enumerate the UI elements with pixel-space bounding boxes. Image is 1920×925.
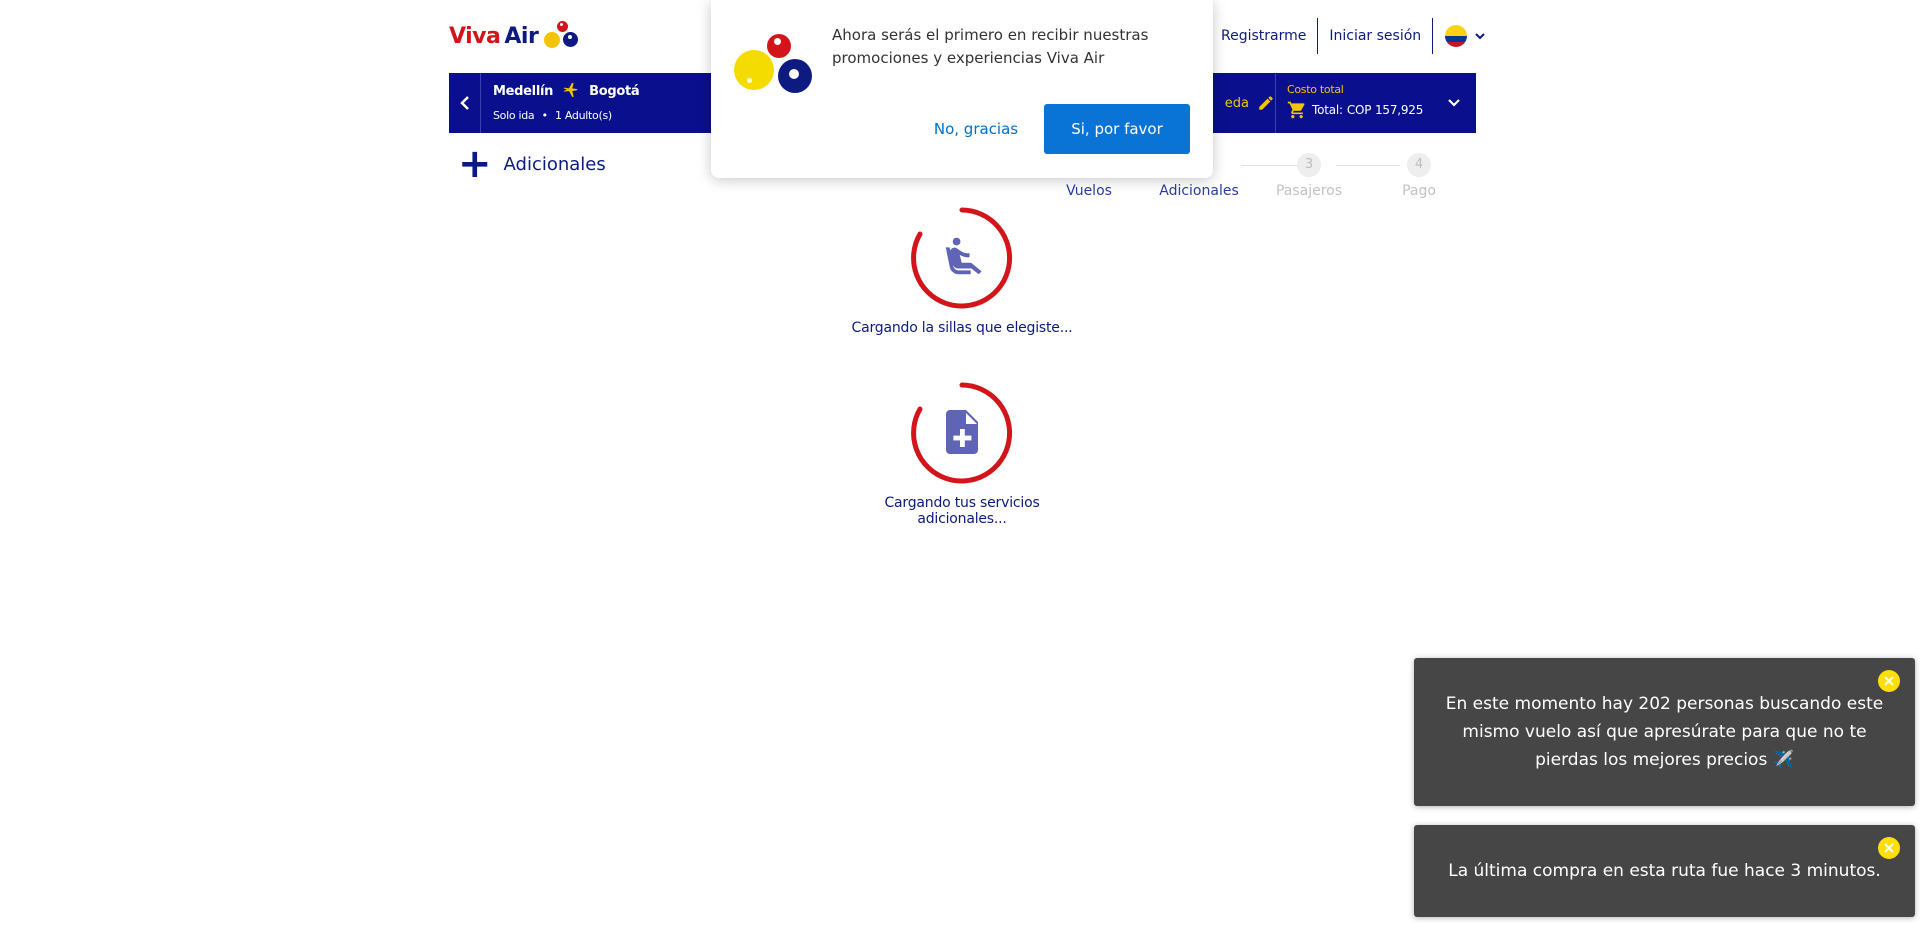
passenger-count: 1 Adulto(s) [554, 109, 612, 122]
services-loading-text: Cargando tus servicios adicionales... [884, 495, 1040, 527]
back-button[interactable] [449, 73, 481, 133]
destination-city: Bogotá [589, 83, 640, 99]
viva-air-logo[interactable]: Viva Air [449, 18, 584, 54]
plus-icon: + [458, 141, 492, 187]
toast-message: La última compra en esta ruta fue hace 3… [1448, 861, 1881, 881]
divider [1432, 18, 1434, 54]
login-link[interactable]: Iniciar sesión [1318, 28, 1432, 44]
route: Medellín Bogotá [493, 83, 640, 99]
notification-permission-popup: Ahora serás el primero en recibir nuestr… [711, 0, 1213, 178]
step-pasajeros: 3 Pasajeros [1254, 153, 1364, 199]
services-loader: Cargando tus servicios adicionales... [842, 381, 1082, 527]
toast-notification: La última compra en esta ruta fue hace 3… [1414, 825, 1915, 917]
airplane-icon [563, 83, 578, 97]
toast-notification: En este momento hay 202 personas buscand… [1414, 658, 1915, 806]
logo-text-air: Air [504, 23, 539, 49]
top-navigation: Registrarme Iniciar sesión [1210, 18, 1487, 54]
toast-message: En este momento hay 202 personas buscand… [1445, 694, 1884, 770]
step-number: 4 [1407, 153, 1431, 177]
total-cost: Costo total Total: COP 157,925 [1287, 83, 1423, 120]
loading-spinner [910, 381, 1014, 485]
cost-label: Costo total [1287, 83, 1344, 96]
section-header: + Adicionales [458, 141, 606, 187]
bullet-separator: • [541, 109, 549, 122]
trip-type: Solo ida [493, 109, 535, 122]
chevron-left-icon [459, 96, 469, 110]
shopping-cart-icon [1287, 101, 1305, 119]
section-title: Adicionales [503, 153, 606, 175]
pencil-icon [1259, 96, 1273, 110]
add-document-icon [946, 410, 978, 454]
close-icon[interactable] [1878, 670, 1900, 692]
total-label: Total: [1312, 103, 1343, 117]
logo-dots-icon [544, 19, 584, 53]
popup-message: Ahora serás el primero en recibir nuestr… [832, 26, 1149, 67]
divider [1275, 73, 1276, 133]
accept-button[interactable]: Si, por favor [1044, 104, 1190, 154]
viva-air-dots-icon [734, 34, 820, 96]
origin-city: Medellín [493, 83, 554, 99]
chevron-down-icon[interactable] [1446, 95, 1462, 111]
step-label: Adicionales [1159, 183, 1239, 199]
step-pago: 4 Pago [1364, 153, 1474, 199]
chevron-down-icon[interactable] [1473, 29, 1487, 43]
seats-loader: Cargando la sillas que elegiste... [842, 206, 1082, 336]
logo-text-viva: Viva [449, 23, 501, 49]
edit-label: eda [1224, 95, 1249, 111]
total-value: COP 157,925 [1346, 103, 1424, 117]
step-number: 3 [1297, 153, 1321, 177]
seat-icon [945, 237, 982, 275]
colombia-flag-icon[interactable] [1445, 25, 1468, 47]
register-link[interactable]: Registrarme [1210, 28, 1317, 44]
step-label: Pago [1402, 183, 1436, 199]
seats-loading-text: Cargando la sillas que elegiste... [851, 320, 1073, 336]
step-label: Pasajeros [1275, 183, 1343, 199]
close-icon[interactable] [1878, 837, 1900, 859]
trip-details: Solo ida • 1 Adulto(s) [493, 109, 612, 122]
step-label: Vuelos [1066, 183, 1112, 199]
decline-button[interactable]: No, gracias [906, 104, 1046, 154]
cost-total-row: Total: COP 157,925 [1287, 100, 1423, 120]
loading-spinner [910, 206, 1014, 310]
